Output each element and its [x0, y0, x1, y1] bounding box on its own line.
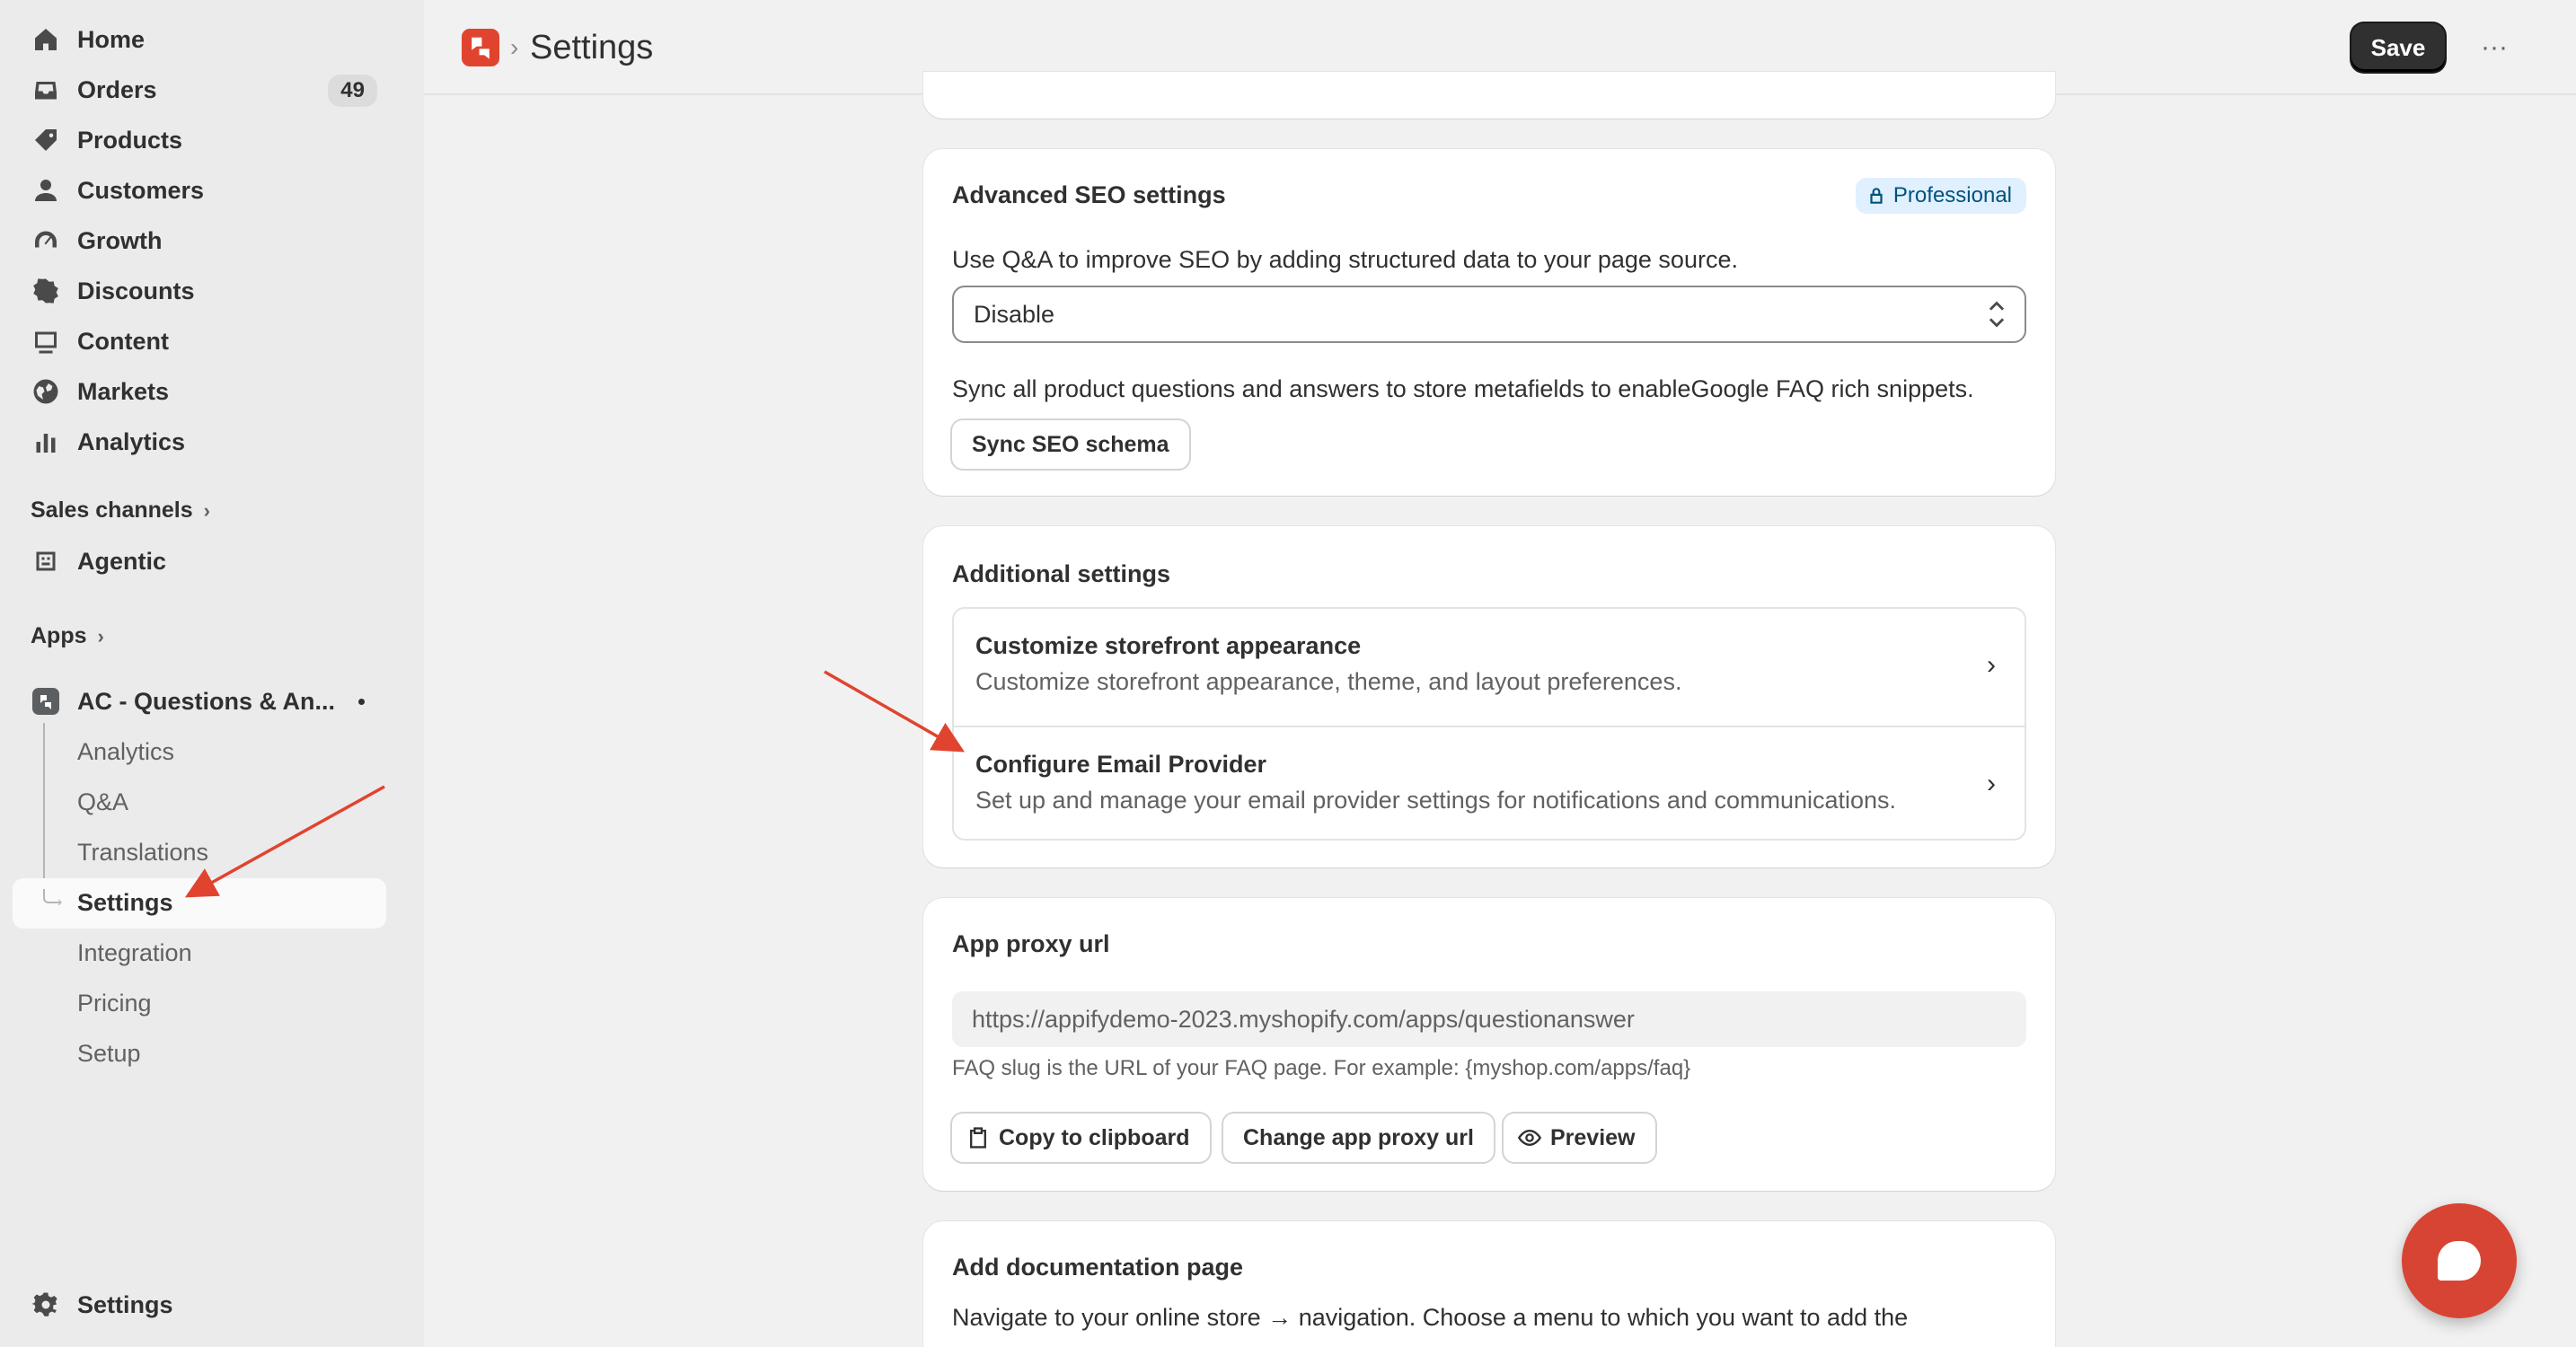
nav-label: Products — [77, 126, 183, 154]
proxy-helper-text: FAQ slug is the URL of your FAQ page. Fo… — [952, 1056, 1691, 1080]
breadcrumb-chevron-icon: › — [510, 33, 519, 61]
app-proxy-card: App proxy url https://appifydemo-2023.my… — [923, 898, 2055, 1191]
nav-analytics[interactable]: Analytics — [13, 417, 386, 467]
gauge-icon — [31, 225, 61, 256]
more-actions-icon[interactable]: ··· — [2472, 27, 2517, 68]
app-logo-icon — [31, 686, 61, 717]
button-label: Copy to clipboard — [999, 1124, 1190, 1150]
nav-label: Discounts — [77, 277, 195, 304]
apps-header[interactable]: Apps › — [31, 623, 104, 649]
sidebar: Home Orders 49 Products Customers Growth… — [0, 0, 424, 1347]
select-chevrons-icon — [1989, 301, 2005, 328]
orders-count-badge: 49 — [328, 75, 377, 107]
sales-channels-header[interactable]: Sales channels › — [31, 497, 210, 524]
nav-label: Content — [77, 327, 169, 355]
doc-description: Navigate to your online store → navigati… — [952, 1304, 1909, 1331]
nav-label: Home — [77, 25, 146, 53]
home-icon — [31, 24, 61, 55]
sub-item-analytics[interactable]: Analytics — [77, 738, 174, 766]
copy-to-clipboard-button[interactable]: Copy to clipboard — [952, 1114, 1210, 1162]
sub-item-setup[interactable]: Setup — [77, 1040, 141, 1068]
chat-bubble-icon — [2438, 1241, 2481, 1281]
preview-button[interactable]: Preview — [1504, 1114, 1655, 1162]
button-label: Preview — [1550, 1124, 1636, 1150]
nav-label: Agentic — [77, 547, 167, 575]
card-title: Additional settings — [952, 560, 1170, 587]
change-app-proxy-url-button[interactable]: Change app proxy url — [1223, 1114, 1494, 1162]
app-logo-icon[interactable] — [462, 29, 499, 66]
chevron-right-icon: › — [97, 624, 104, 647]
bar-chart-icon — [31, 427, 61, 457]
advanced-seo-card: Advanced SEO settings Professional Use Q… — [923, 149, 2055, 496]
nav-label: Settings — [77, 1290, 173, 1318]
previous-card-bottom — [923, 72, 2055, 119]
person-icon — [31, 175, 61, 206]
row-title: Customize storefront appearance — [975, 632, 1362, 659]
tree-line — [43, 723, 45, 902]
nav-label: AC - Questions & An... — [77, 687, 336, 715]
sales-channels-label: Sales channels — [31, 497, 193, 523]
sub-item-pricing[interactable]: Pricing — [77, 990, 152, 1017]
nav-agentic[interactable]: Agentic — [13, 536, 386, 586]
nav-home[interactable]: Home — [13, 14, 386, 65]
chat-button[interactable] — [2402, 1203, 2517, 1318]
status-dot — [358, 699, 365, 705]
sub-item-integration[interactable]: Integration — [77, 939, 192, 967]
sub-item-settings[interactable]: Settings — [77, 889, 173, 917]
tag-icon — [31, 125, 61, 155]
active-item-bg — [13, 878, 386, 929]
nav-markets[interactable]: Markets — [13, 366, 386, 417]
page-title: Settings — [530, 29, 654, 66]
nav-content[interactable]: Content — [13, 316, 386, 366]
customize-storefront-row[interactable]: Customize storefront appearance Customiz… — [954, 609, 2025, 724]
chevron-right-icon: › — [203, 498, 210, 522]
eye-icon — [1518, 1130, 1541, 1146]
documentation-card: Add documentation page Navigate to your … — [923, 1221, 2055, 1347]
nav-customers[interactable]: Customers — [13, 165, 386, 216]
gear-icon — [31, 1290, 61, 1320]
sync-description: Sync all product questions and answers t… — [952, 375, 1974, 402]
proxy-url-field[interactable]: https://appifydemo-2023.myshopify.com/ap… — [952, 991, 2026, 1047]
row-description: Set up and manage your email provider se… — [975, 787, 1897, 814]
lock-icon — [1870, 188, 1883, 204]
row-title: Configure Email Provider — [975, 751, 1267, 778]
select-value: Disable — [974, 300, 1055, 328]
professional-badge: Professional — [1855, 178, 2026, 214]
nav-label: Growth — [77, 226, 163, 254]
seo-select[interactable]: Disable — [952, 286, 2026, 343]
nav-label: Analytics — [77, 427, 186, 455]
settings-list: Customize storefront appearance Customiz… — [952, 607, 2026, 841]
nav-discounts[interactable]: Discounts — [13, 266, 386, 316]
apps-label: Apps — [31, 623, 87, 648]
badge-label: Professional — [1892, 183, 2012, 207]
nav-label: Markets — [77, 377, 170, 405]
clipboard-icon — [970, 1127, 986, 1149]
nav-products[interactable]: Products — [13, 115, 386, 165]
nav-label: Customers — [77, 176, 205, 204]
chevron-right-icon: › — [1987, 769, 1996, 798]
save-button[interactable]: Save — [2351, 23, 2445, 72]
card-title: Add documentation page — [952, 1254, 1243, 1281]
seo-description: Use Q&A to improve SEO by adding structu… — [952, 246, 1738, 273]
card-title: Advanced SEO settings — [952, 181, 1226, 208]
nav-settings[interactable]: Settings — [13, 1280, 386, 1330]
nav-label: Orders — [77, 75, 157, 103]
nav-orders[interactable]: Orders 49 — [13, 65, 386, 115]
nav-app-qa[interactable]: AC - Questions & An... — [13, 676, 386, 726]
configure-email-row[interactable]: Configure Email Provider Set up and mana… — [954, 726, 2025, 839]
agentic-icon — [31, 546, 61, 577]
discount-icon — [31, 276, 61, 306]
orders-icon — [31, 75, 61, 105]
card-title: App proxy url — [952, 930, 1110, 957]
row-description: Customize storefront appearance, theme, … — [975, 668, 1682, 695]
sub-item-translations[interactable]: Translations — [77, 839, 208, 867]
additional-settings-card: Additional settings Customize storefront… — [923, 526, 2055, 867]
chevron-right-icon: › — [1987, 650, 1996, 680]
globe-icon — [31, 376, 61, 407]
nav-growth[interactable]: Growth — [13, 216, 386, 266]
content-icon — [31, 326, 61, 357]
tree-arrow-icon: › — [57, 894, 63, 910]
sub-item-qa[interactable]: Q&A — [77, 788, 128, 816]
sync-seo-schema-button[interactable]: Sync SEO schema — [952, 420, 1189, 469]
